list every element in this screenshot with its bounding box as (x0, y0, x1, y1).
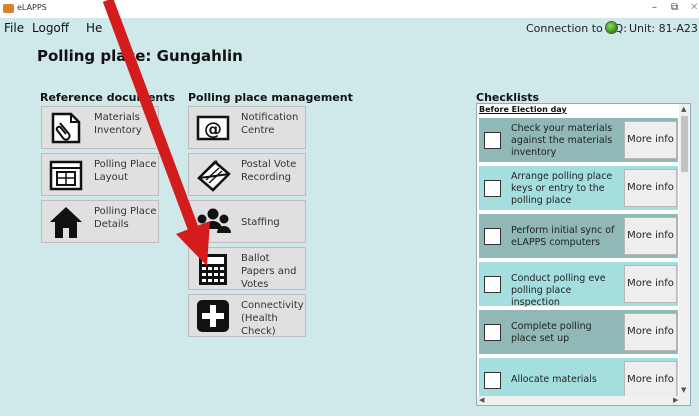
annotation-arrow (102, 0, 210, 266)
